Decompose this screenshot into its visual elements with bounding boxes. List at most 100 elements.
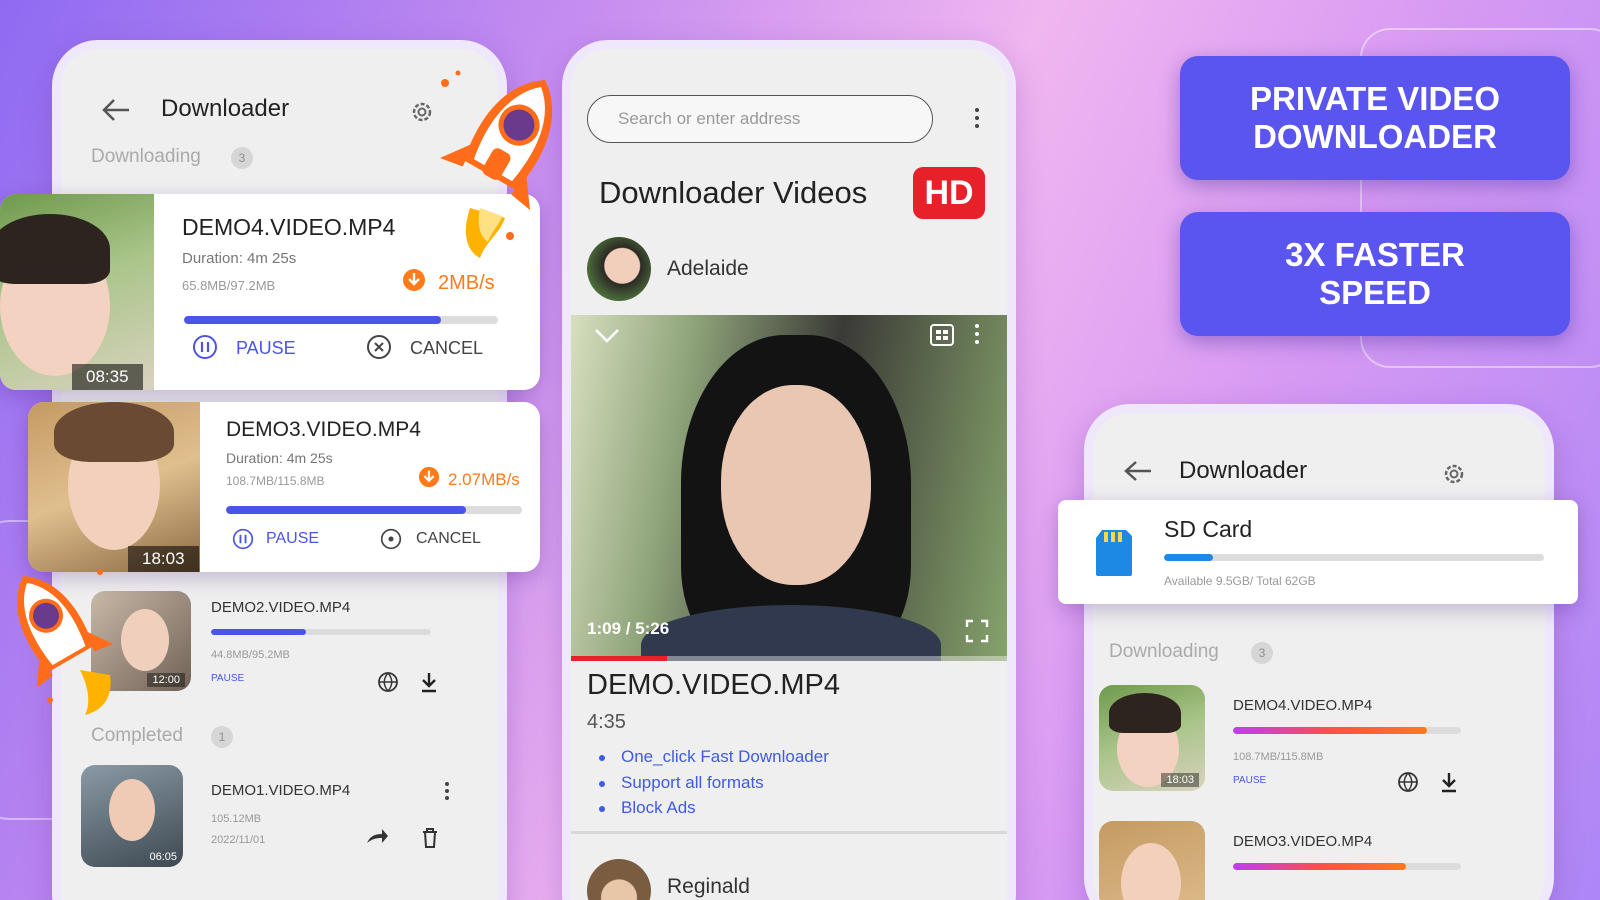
download-icon[interactable] [1439, 771, 1459, 793]
progress-fill [184, 316, 442, 324]
video-thumbnail[interactable] [1099, 821, 1205, 900]
pause-button[interactable]: PAUSE [211, 673, 244, 684]
file-name: DEMO3.VIDEO.MP4 [226, 418, 421, 441]
feature-item: Support all formats [621, 773, 764, 792]
file-duration: Duration: 4m 25s [182, 250, 297, 267]
completed-count: 1 [211, 726, 233, 748]
download-speed: 2MB/s [438, 272, 495, 294]
avatar[interactable] [587, 237, 651, 301]
pause-icon[interactable] [192, 334, 218, 360]
file-name: DEMO3.VIDEO.MP4 [1233, 833, 1373, 850]
progress-fill [1233, 863, 1407, 870]
pause-button[interactable]: PAUSE [236, 338, 296, 359]
completed-label: Completed [91, 725, 183, 746]
downloading-label: Downloading [1109, 641, 1219, 662]
storage-label: SD Card [1164, 516, 1253, 542]
file-name: DEMO1.VIDEO.MP4 [211, 782, 351, 799]
download-icon[interactable] [419, 671, 439, 693]
player-time: 1:09 / 5:26 [587, 619, 670, 638]
video-thumbnail[interactable]: 08:35 [0, 194, 154, 390]
download-speed-icon [403, 269, 425, 291]
hd-badge: HD [913, 167, 985, 219]
video-player[interactable]: 1:09 / 5:26 [571, 315, 1007, 661]
chevron-down-icon[interactable] [593, 327, 621, 345]
download-progress [1233, 727, 1461, 734]
video-length: 4:35 [587, 711, 626, 733]
file-duration: Duration: 4m 25s [226, 450, 333, 466]
file-size: 105.12MB [211, 813, 262, 825]
right-phone: Downloader Downloading 3 18:03 DEMO4.VID… [1084, 404, 1554, 900]
video-thumbnail[interactable]: 18:03 [28, 402, 200, 572]
more-vert-icon[interactable] [974, 107, 980, 129]
player-seekbar[interactable] [571, 656, 1007, 661]
seekbar-fill [571, 656, 668, 661]
video-duration: 08:35 [72, 364, 143, 390]
cancel-icon[interactable] [366, 334, 392, 360]
file-name: DEMO4.VIDEO.MP4 [1233, 697, 1373, 714]
file-size: 44.8MB/95.2MB [211, 649, 290, 661]
divider [571, 831, 1007, 834]
cast-icon[interactable] [929, 323, 955, 347]
center-phone: Search or enter address Downloader Video… [562, 40, 1016, 900]
fullscreen-icon[interactable] [965, 619, 989, 643]
page-heading: Downloader Videos [599, 175, 868, 210]
download-progress [184, 316, 498, 324]
downloading-count: 3 [231, 147, 253, 169]
promo-title-private: PRIVATE VIDEO DOWNLOADER [1180, 56, 1570, 180]
file-size: 108.7MB/115.8MB [1233, 751, 1324, 763]
file-size: 65.8MB/97.2MB [182, 278, 276, 293]
download-progress [211, 629, 431, 635]
channel-name[interactable]: Adelaide [667, 257, 749, 281]
storage-info: Available 9.5GB/ Total 62GB [1164, 574, 1316, 588]
download-speed-icon [418, 466, 440, 488]
downloading-count: 3 [1251, 642, 1273, 664]
more-vert-icon[interactable] [444, 781, 450, 801]
pause-button[interactable]: PAUSE [1233, 775, 1266, 786]
back-arrow-icon[interactable] [1123, 459, 1153, 483]
globe-icon[interactable] [1397, 771, 1419, 793]
rocket-icon [17, 569, 114, 715]
file-size: 108.7MB/115.8MB [226, 474, 325, 488]
file-name: DEMO4.VIDEO.MP4 [182, 214, 396, 240]
file-date: 2022/11/01 [211, 834, 266, 846]
file-name: DEMO2.VIDEO.MP4 [211, 599, 351, 616]
download-progress [226, 506, 522, 514]
video-thumbnail[interactable]: 18:03 [1099, 685, 1205, 791]
cancel-icon[interactable] [380, 528, 402, 550]
progress-fill [1164, 554, 1214, 561]
app-title: Downloader [1179, 457, 1308, 484]
storage-card[interactable]: SD Card Available 9.5GB/ Total 62GB [1058, 500, 1578, 604]
channel-name[interactable]: Reginald [667, 875, 750, 899]
video-duration: 18:03 [1161, 773, 1199, 787]
promo-text: 3X FASTER SPEED [1285, 236, 1465, 311]
share-arrow-icon[interactable] [365, 827, 389, 847]
cancel-button[interactable]: CANCEL [410, 338, 483, 359]
video-thumbnail[interactable]: 06:05 [81, 765, 183, 867]
back-arrow-icon[interactable] [101, 97, 131, 123]
gear-icon[interactable] [1441, 461, 1467, 487]
pause-button[interactable]: PAUSE [266, 530, 319, 548]
search-placeholder: Search or enter address [618, 109, 801, 128]
promo-banner: Downloader Downloading 3 12:00 DEMO2.VID… [0, 0, 1600, 900]
sd-card-icon [1096, 530, 1132, 576]
search-input[interactable]: Search or enter address [587, 95, 933, 143]
trash-icon[interactable] [421, 827, 439, 849]
cancel-button[interactable]: CANCEL [416, 530, 481, 548]
video-duration: 06:05 [149, 851, 177, 863]
feature-item: Block Ads [621, 798, 696, 817]
download-speed: 2.07MB/s [448, 470, 520, 489]
download-progress [1233, 863, 1461, 870]
progress-fill [226, 506, 466, 514]
more-vert-icon[interactable] [974, 323, 980, 345]
progress-fill [211, 629, 306, 635]
video-title: DEMO.VIDEO.MP4 [587, 669, 840, 701]
promo-text: PRIVATE VIDEO DOWNLOADER [1250, 80, 1500, 155]
promo-title-speed: 3X FASTER SPEED [1180, 212, 1570, 336]
storage-usage-bar [1164, 554, 1544, 561]
globe-icon[interactable] [377, 671, 399, 693]
rocket-icon [439, 70, 553, 258]
pause-icon[interactable] [232, 528, 254, 550]
progress-fill [1233, 727, 1427, 734]
download-card: 18:03 DEMO3.VIDEO.MP4 Duration: 4m 25s 1… [28, 402, 540, 572]
downloading-label: Downloading [91, 146, 201, 167]
